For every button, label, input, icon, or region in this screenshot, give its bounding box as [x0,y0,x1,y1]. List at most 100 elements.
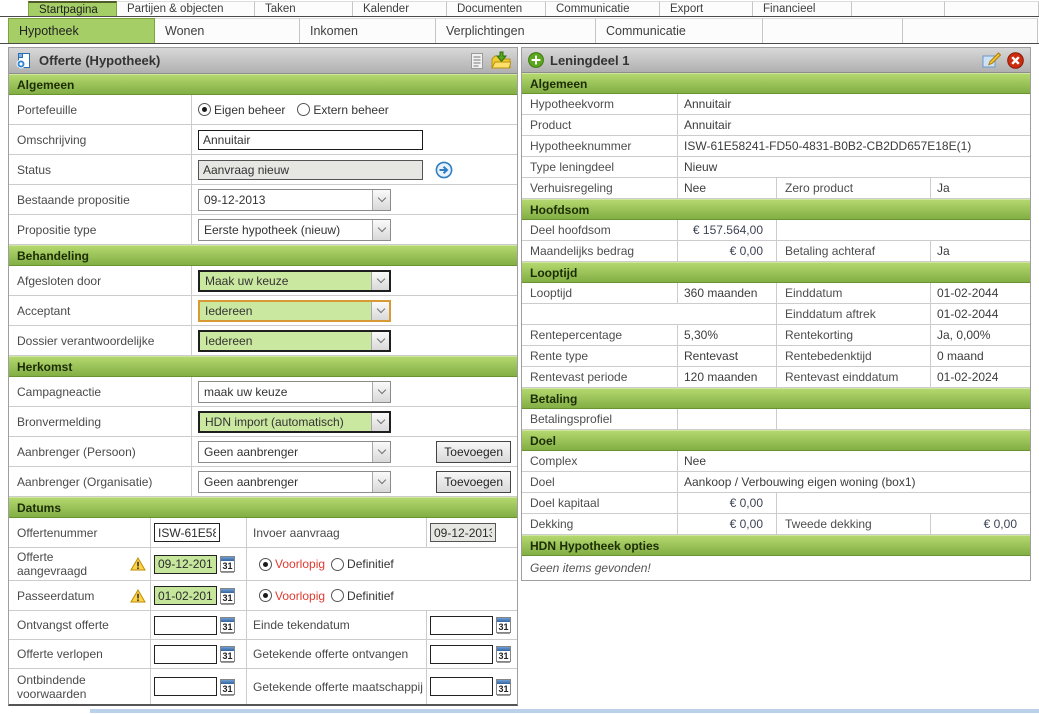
radio-label: Voorlopig [275,588,326,603]
getekende-ontvangen-input[interactable] [430,644,493,664]
doel-kapitaal-label: Doel kapitaal [530,496,600,510]
radio-label: Voorlopig [275,557,326,571]
offertenummer-input[interactable] [154,523,220,542]
getekende-maatschappij-label: Getekende offerte maatschappij [253,679,423,694]
tab-partijen-objecten[interactable]: Partijen & objecten [117,1,255,16]
betalingsprofiel-row: Betalingsprofiel [522,409,1030,430]
radio-unselected-icon [331,589,345,602]
passeerdatum-radio-definitief[interactable]: Definitief [331,589,394,603]
calendar-icon[interactable]: 31 [496,617,511,634]
radio-selected-icon [259,589,272,602]
aanbrenger-persoon-row: Aanbrenger (Persoon) Geen aanbrenger Toe… [9,437,517,467]
subtab-communicatie[interactable]: Communicatie [596,18,763,43]
subtab-verplichtingen[interactable]: Verplichtingen [436,18,596,43]
calendar-icon[interactable]: 31 [496,646,511,663]
looptijd-value: 360 maanden [677,283,776,303]
campagneactie-row: Campagneactie maak uw keuze [9,377,517,407]
subtab-inkomen[interactable]: Inkomen [300,18,436,43]
complex-label: Complex [530,454,578,468]
warning-icon [130,588,146,603]
aanbrenger-persoon-toevoegen-button[interactable]: Toevoegen [436,440,511,463]
einde-tekendatum-label: Einde tekendatum [253,618,350,632]
propositie-type-select[interactable]: Eerste hypotheek (nieuw) [198,218,391,241]
calendar-icon[interactable]: 31 [220,587,235,605]
dossier-verantwoordelijke-select[interactable]: Iedereen [198,329,391,352]
deel-hoofdsom-row: Deel hoofdsom € 157.564,00 [522,220,1030,241]
rente-type-label: Rente type [530,349,589,363]
tab-documenten[interactable]: Documenten [447,1,546,16]
tab-taken[interactable]: Taken [255,1,353,16]
campagneactie-select[interactable]: maak uw keuze [198,380,391,403]
select-value: 09-12-2013 [204,192,266,207]
content-area: Offerte (Hypotheek) Algemeen Portefeuill… [0,44,1039,706]
getekende-maatschappij-input[interactable] [430,677,493,696]
delete-leningdeel-icon[interactable] [1007,51,1024,69]
acceptant-select[interactable]: Iedereen [198,299,391,322]
subtab-wonen[interactable]: Wonen [155,18,300,43]
tab-kalender[interactable]: Kalender [353,1,447,16]
passeerdatum-label: Passeerdatum [17,588,95,603]
calendar-icon[interactable]: 31 [220,556,235,573]
omschrijving-input[interactable] [198,129,423,150]
tab-export[interactable]: Export [660,1,753,16]
calendar-icon[interactable]: 31 [496,678,511,696]
warning-icon [130,557,146,571]
portefeuille-label: Portefeuille [9,95,192,124]
offerte-aangevraagd-row: Offerte aangevraagd 31 Voorlopig [9,548,517,581]
rentebedenktijd-value: 0 maand [930,346,1030,366]
portefeuille-radio-extern-beheer[interactable]: Extern beheer [297,103,389,117]
portefeuille-radio-eigen-beheer[interactable]: Eigen beheer [198,103,285,117]
ontbindende-voorwaarden-input[interactable] [154,677,217,696]
offerte-aangevraagd-radio-voorlopig[interactable]: Voorlopig [259,557,325,571]
calendar-icon[interactable]: 31 [220,617,235,634]
chevron-down-icon [371,412,389,431]
campagneactie-label: Campagneactie [9,377,192,406]
radio-selected-icon [198,103,211,116]
section-leningdeel-algemeen: Algemeen [522,73,1030,94]
afgesloten-door-select[interactable]: Maak uw keuze [198,269,391,292]
subtab-hypotheek[interactable]: Hypotheek [8,18,155,43]
einddatum-aftrek-label: Einddatum aftrek [776,304,930,324]
zero-product-value: Ja [930,178,1030,198]
bronvermelding-select[interactable]: HDN import (automatisch) [198,410,391,433]
betaling-achteraf-value: Ja [930,241,1030,261]
select-value: Eerste hypotheek (nieuw) [204,222,341,237]
offerte-aangevraagd-input[interactable] [154,554,217,574]
propositie-type-row: Propositie type Eerste hypotheek (nieuw) [9,215,517,245]
horizontal-scrollbar[interactable] [90,709,1039,713]
calendar-icon[interactable]: 31 [220,646,235,663]
afgesloten-door-row: Afgesloten door Maak uw keuze [9,266,517,296]
afgesloten-door-label: Afgesloten door [9,266,192,295]
rentebedenktijd-label: Rentebedenktijd [776,346,930,366]
ontvangst-offerte-input[interactable] [154,615,217,635]
tab-communicatie[interactable]: Communicatie [546,1,660,16]
bestaande-propositie-select[interactable]: 09-12-2013 [198,188,391,211]
offerte-verlopen-input[interactable] [154,644,217,664]
passeerdatum-radio-voorlopig[interactable]: Voorlopig [259,589,325,603]
product-value: Annuitair [677,115,1030,135]
tab-startpagina[interactable]: Startpagina [28,1,117,16]
offertenummer-label: Offertenummer [17,525,98,540]
radio-label: Definitief [347,588,394,603]
add-leningdeel-icon[interactable] [528,52,544,68]
tab-financieel[interactable]: Financieel [753,1,852,16]
passeerdatum-input[interactable] [154,586,217,605]
application-window: Startpagina Partijen & objecten Taken Kalen… [0,0,1039,714]
aanbrenger-organisatie-toevoegen-button[interactable]: Toevoegen [436,470,511,493]
status-go-arrow-icon[interactable] [435,161,453,179]
einde-tekendatum-input[interactable] [430,615,493,635]
edit-leningdeel-icon[interactable] [982,51,1001,69]
tweede-dekking-value: € 0,00 [930,514,1030,534]
dossier-verantwoordelijke-label: Dossier verantwoordelijke [9,326,192,355]
calendar-icon[interactable]: 31 [220,678,235,696]
aanbrenger-persoon-select[interactable]: Geen aanbrenger [198,440,391,463]
leningdeel-panel-title: Leningdeel 1 [550,52,630,68]
report-icon[interactable] [469,52,485,70]
offerte-aangevraagd-radio-definitief[interactable]: Definitief [331,557,394,571]
bronvermelding-row: Bronvermelding HDN import (automatisch) [9,407,517,437]
tab-empty-8 [852,1,945,16]
aanbrenger-organisatie-select[interactable]: Geen aanbrenger [198,470,391,493]
betalingsprofiel-label: Betalingsprofiel [530,412,613,426]
offerte-verlopen-label: Offerte verlopen [17,647,103,661]
import-folder-icon[interactable] [491,51,511,70]
